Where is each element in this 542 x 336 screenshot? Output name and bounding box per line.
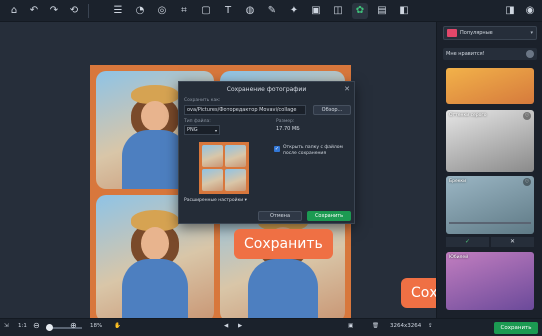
chevron-down-icon: ▾ [244,198,247,203]
crop-icon[interactable]: ⌗ [176,3,192,19]
next-icon[interactable]: ▶ [238,323,242,329]
dialog-title: Сохранение фотографии [226,86,307,93]
heart-icon[interactable]: ♡ [523,178,531,186]
magic-wand-icon[interactable]: ✦ [286,3,302,19]
preview-photo [202,145,223,167]
category-dropdown[interactable]: Популярные ▾ [443,26,537,40]
apply-button[interactable]: ✓ [446,237,489,247]
filter-thumbnail[interactable]: Юбилей [446,252,534,310]
compare-icon[interactable]: ◨ [502,3,518,19]
photo-body [121,258,189,322]
zoom-slider-handle[interactable] [46,324,53,331]
fit-icon[interactable]: ⇲ [4,323,9,329]
picture-icon[interactable]: ▣ [308,3,324,19]
filters-panel: Популярные ▾ Мне нравится! Оттенки серог… [436,22,542,318]
previous-icon[interactable]: ◀ [224,323,228,329]
home-icon[interactable]: ⌂ [6,3,22,19]
filter-name: Юбилей [449,255,469,260]
rotate-icon[interactable]: ▢ [198,3,214,19]
advanced-settings-label: Расширенные настройки [184,198,244,203]
retouch-icon[interactable]: ◍ [242,3,258,19]
zoom-value: 18% [90,323,103,329]
advanced-settings-toggle[interactable]: Расширенные настройки ▾ [184,198,247,203]
size-label: Размер: [276,119,295,124]
filter-name: Оттенки серого [449,113,487,118]
open-folder-label: Открыть папку с файлом после сохранения [283,145,343,156]
chevron-down-icon: ▾ [530,30,533,36]
save-as-label: Сохранить как: [184,98,221,103]
image-dimensions: 3264x3264 [390,323,422,329]
heart-icon[interactable]: ♡ [523,112,531,120]
filter-intensity-slider[interactable] [449,222,531,224]
delete-icon[interactable]: 🗑 [372,323,379,329]
zoom-in-icon[interactable]: ⊕ [70,321,77,330]
adjust-icon[interactable]: ☰ [110,3,126,19]
category-label: Популярные [460,30,493,36]
filetype-label: Тип файла: [184,119,211,124]
reset-icon[interactable]: ⟲ [66,3,82,19]
dialog-save-callout: Сохранить [234,229,333,259]
preview-photo [225,169,246,191]
chevron-down-icon: ▾ [214,128,217,133]
hand-tool-icon[interactable]: ✋ [114,323,121,329]
favorites-label: Мне нравится! [446,51,485,57]
view-icon[interactable]: ◉ [522,3,538,19]
open-folder-checkbox[interactable]: ✓ [274,146,280,152]
cancel-filter-button[interactable]: ✕ [491,237,534,247]
favorites-row[interactable]: Мне нравится! [443,48,537,60]
photo-face [140,226,170,260]
category-thumbnail [447,29,457,37]
undo-icon[interactable]: ↶ [26,3,42,19]
frame-icon[interactable]: ▤ [374,3,390,19]
cancel-button[interactable]: Отмена [258,211,302,221]
preview-photo [202,169,223,191]
toolbar-separator [88,4,89,18]
browse-button[interactable]: Обзор... [313,105,351,115]
top-toolbar: ⌂ ↶ ↷ ⟲ ☰ ◔ ◎ ⌗ ▢ T ◍ ✎ ✦ ▣ ◫ ✿ ▤ ◧ ◨ ◉ [0,0,542,22]
save-path-value: ova/Pictures/Фоторедактор Movavi/collage [187,107,297,113]
filters-icon[interactable]: ✿ [352,3,368,19]
filetype-value: PNG [187,127,198,133]
replace-icon[interactable]: ◫ [330,3,346,19]
collage-preview [199,142,249,194]
preview-photo [225,145,246,167]
enhance-icon[interactable]: ◔ [132,3,148,19]
text-icon[interactable]: T [220,3,236,19]
size-value: 17.70 МБ [276,126,300,132]
heart-icon [526,50,534,58]
ratio-button[interactable]: 1:1 [18,323,27,329]
effects-icon[interactable]: ◎ [154,3,170,19]
brush-icon[interactable]: ✎ [264,3,280,19]
image-info-icon[interactable]: ▣ [348,323,353,329]
save-path-field[interactable]: ova/Pictures/Фоторедактор Movavi/collage [184,105,306,115]
layout-icon[interactable]: ◧ [396,3,412,19]
filter-name: Брекки [449,179,467,184]
filter-thumbnail[interactable] [446,68,534,104]
zoom-out-icon[interactable]: ⊖ [33,321,40,330]
export-icon[interactable]: ⇪ [428,323,433,329]
filter-thumbnail[interactable]: Брекки ♡ [446,176,534,234]
redo-icon[interactable]: ↷ [46,3,62,19]
filter-apply-row: ✓ ✕ [446,237,534,247]
filter-thumbnail[interactable]: Оттенки серого ♡ [446,110,534,172]
photo-editor-app: ⌂ ↶ ↷ ⟲ ☰ ◔ ◎ ⌗ ▢ T ◍ ✎ ✦ ▣ ◫ ✿ ▤ ◧ ◨ ◉ [0,0,542,336]
bottom-bar: ⇲ 1:1 ⊖ ⊕ 18% ✋ ◀ ▶ ▣ 🗑 3264x3264 ⇪ Сохр… [0,318,542,336]
close-icon[interactable]: ✕ [344,85,350,93]
photo-body [247,258,318,322]
photo-face [140,100,170,132]
filetype-select[interactable]: PNG ▾ [184,125,220,135]
dialog-save-button[interactable]: Сохранить [307,211,351,221]
main-save-button[interactable]: Сохранить [494,322,538,334]
